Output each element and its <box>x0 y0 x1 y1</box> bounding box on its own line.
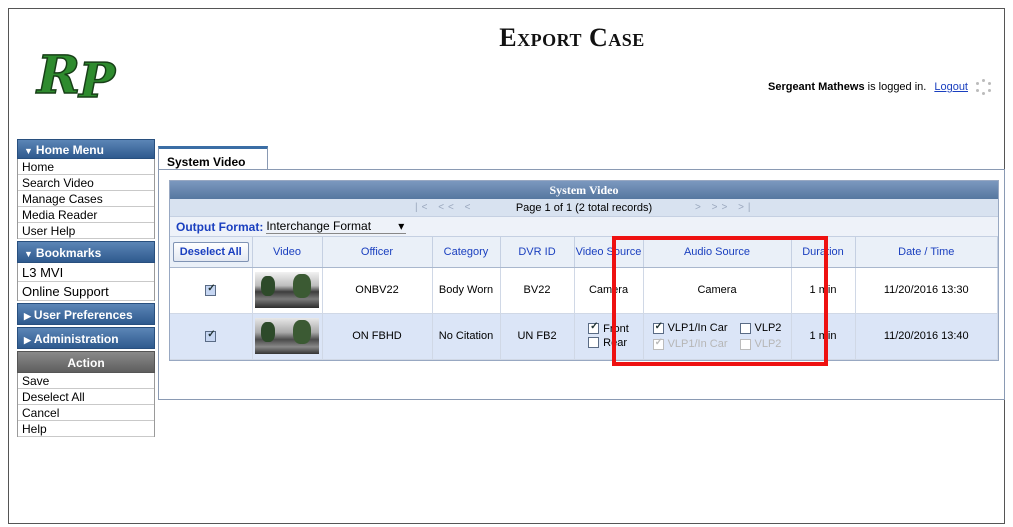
dropdown-arrow-icon: ▾ <box>398 219 405 233</box>
row-select-checkbox[interactable] <box>205 283 217 296</box>
deselect-all-button[interactable]: Deselect All <box>172 241 249 262</box>
system-video-grid: System Video |< << < Page 1 of 1 (2 tota… <box>169 180 999 361</box>
col-date-time: Date / Time <box>855 237 998 268</box>
action-header: Action <box>17 351 155 373</box>
audio-vlp2[interactable]: VLP2 <box>739 322 781 334</box>
vlp2-disabled-checkbox <box>739 338 751 350</box>
vlp1-disabled-checkbox <box>652 337 664 350</box>
sidebar: ▼ Home Menu Home Search Video Manage Case… <box>17 139 155 437</box>
col-video-source: Video Source <box>574 237 644 268</box>
officer-cell: ON FBHD <box>322 313 433 360</box>
video-source-front[interactable]: Front <box>588 321 629 335</box>
audio-vlp1-in-car-disabled: VLP1/In Car <box>652 337 728 350</box>
tab-system-video[interactable]: System Video <box>158 146 268 170</box>
category-cell: No Citation <box>432 313 501 360</box>
page-title: Export Case <box>499 23 645 52</box>
duration-cell: 1 min <box>791 267 856 314</box>
action-help[interactable]: Help <box>18 421 154 437</box>
category-cell: Body Worn <box>432 267 501 314</box>
user-preferences-header[interactable]: ▶ User Preferences <box>17 303 155 325</box>
action-list: Save Deselect All Cancel Help <box>17 373 155 437</box>
home-menu-list: Home Search Video Manage Cases Media Rea… <box>17 159 155 239</box>
col-video: Video <box>252 237 323 268</box>
svg-text:P: P <box>77 53 117 103</box>
video-table: Deselect All Video Officer Category DVR … <box>170 237 998 360</box>
triangle-down-icon: ▼ <box>24 146 33 156</box>
pager: |< << < Page 1 of 1 (2 total records) > … <box>170 199 998 217</box>
login-status: Sergeant Mathews is logged in. Logout <box>768 79 992 95</box>
svg-text:R: R <box>35 45 80 103</box>
date-time-cell: 11/20/2016 13:30 <box>855 267 998 314</box>
sidebar-item-home[interactable]: Home <box>18 159 154 175</box>
logout-link[interactable]: Logout <box>934 81 968 93</box>
row-select-checkbox[interactable] <box>205 329 217 342</box>
action-deselect-all[interactable]: Deselect All <box>18 389 154 405</box>
rp-logo-icon: R P <box>34 44 118 103</box>
output-format-select[interactable]: Interchange Format ▾ <box>266 219 407 234</box>
vlp1-checkbox[interactable] <box>652 321 664 334</box>
user-name: Sergeant Mathews <box>767 81 865 93</box>
sidebar-item-media-reader[interactable]: Media Reader <box>18 207 154 223</box>
bookmark-l3-mvi[interactable]: L3 MVI <box>18 263 154 282</box>
pager-next-icons[interactable]: > >> >| <box>695 202 755 213</box>
home-menu-header[interactable]: ▼ Home Menu <box>17 139 155 159</box>
video-thumbnail[interactable] <box>255 318 319 354</box>
grid-title: System Video <box>170 181 998 199</box>
sidebar-item-manage-cases[interactable]: Manage Cases <box>18 191 154 207</box>
table-header-row: Deselect All Video Officer Category DVR … <box>170 237 998 268</box>
administration-header[interactable]: ▶ Administration <box>17 327 155 349</box>
logo: R P <box>17 17 145 129</box>
video-source-rear[interactable]: Rear <box>588 337 629 349</box>
audio-source-cell: Camera <box>643 267 792 314</box>
rear-checkbox[interactable] <box>588 337 600 349</box>
table-row: ON FBHD No Citation UN FB2 Front Rear VL… <box>170 313 998 360</box>
duration-cell: 1 min <box>791 313 856 360</box>
front-checkbox[interactable] <box>588 321 600 335</box>
audio-source-cell: VLP1/In Car VLP2 VLP1/In Car VLP2 <box>643 313 792 360</box>
output-format-label: Output Format: <box>176 219 264 234</box>
video-source-cell: Camera <box>574 267 644 314</box>
audio-vlp2-disabled: VLP2 <box>739 338 781 350</box>
dvr-id-cell: UN FB2 <box>500 313 575 360</box>
table-row: ONBV22 Body Worn BV22 Camera Camera 1 mi… <box>170 267 998 314</box>
logged-in-text: is logged in. <box>864 81 927 93</box>
bookmarks-header[interactable]: ▼ Bookmarks <box>17 241 155 263</box>
video-thumbnail[interactable] <box>255 272 319 308</box>
vlp2-checkbox[interactable] <box>739 322 751 334</box>
bookmarks-list: L3 MVI Online Support <box>17 263 155 301</box>
sidebar-item-user-help[interactable]: User Help <box>18 223 154 239</box>
bookmark-online-support[interactable]: Online Support <box>18 282 154 301</box>
col-audio-source: Audio Source <box>643 237 792 268</box>
dvr-id-cell: BV22 <box>500 267 575 314</box>
audio-vlp1-in-car[interactable]: VLP1/In Car <box>652 321 728 334</box>
sidebar-item-search-video[interactable]: Search Video <box>18 175 154 191</box>
triangle-down-icon: ▼ <box>24 249 33 259</box>
col-duration: Duration <box>791 237 856 268</box>
date-time-cell: 11/20/2016 13:40 <box>855 313 998 360</box>
col-dvr-id: DVR ID <box>500 237 575 268</box>
col-officer: Officer <box>322 237 433 268</box>
col-category: Category <box>432 237 501 268</box>
video-source-cell: Front Rear <box>574 313 644 360</box>
output-format-row: Output Format: Interchange Format ▾ <box>170 217 998 237</box>
pager-info: Page 1 of 1 (2 total records) <box>515 202 653 214</box>
action-save[interactable]: Save <box>18 373 154 389</box>
triangle-right-icon: ▶ <box>24 335 31 345</box>
loading-spinner-icon <box>976 79 992 95</box>
page-frame: R P Export Case Sergeant Mathews is logg… <box>8 8 1005 524</box>
main-content: System Video |< << < Page 1 of 1 (2 tota… <box>158 169 1005 400</box>
action-cancel[interactable]: Cancel <box>18 405 154 421</box>
triangle-right-icon: ▶ <box>24 311 31 321</box>
officer-cell: ONBV22 <box>322 267 433 314</box>
